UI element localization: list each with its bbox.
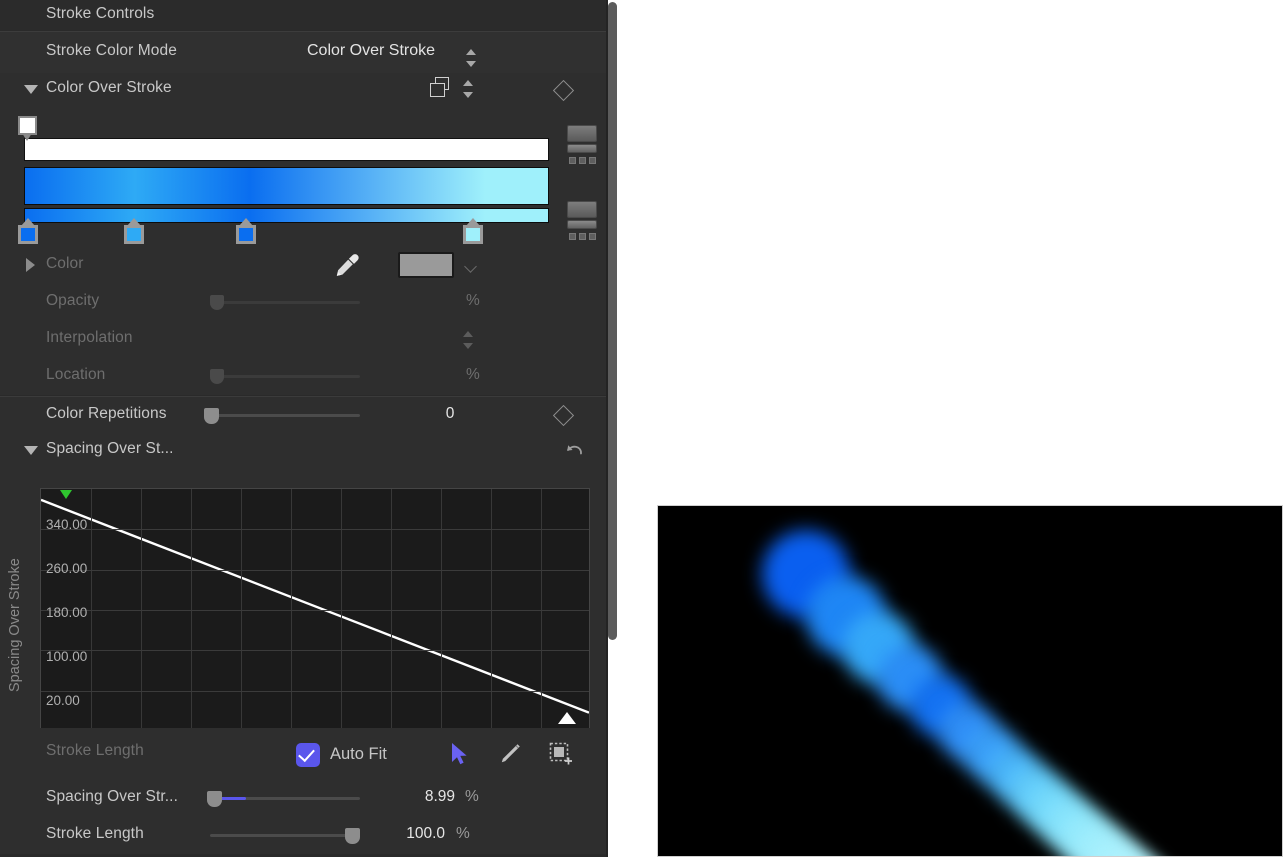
stroke-length-slider-track[interactable] [210,834,360,837]
auto-fit-checkbox[interactable] [296,743,320,767]
row-spacing-over-stroke-header[interactable]: Spacing Over St... [0,434,608,470]
gradient-editor[interactable] [0,106,608,247]
row-interpolation: Interpolation [0,321,608,358]
spacing-curve-line [41,498,589,714]
y-axis-tick-label: 260.00 [46,561,88,576]
grid-line-vertical [141,489,142,729]
chevron-down-icon[interactable] [466,262,480,270]
opacity-stop-0[interactable] [18,116,37,144]
grid-line-horizontal [41,570,589,571]
stroke-length-slider-knob[interactable] [345,828,360,844]
opacity-unit: % [466,292,480,309]
color-stop-0[interactable] [18,218,38,247]
spacing-over-stroke-label: Spacing Over St... [46,440,174,457]
opacity-gradient-track[interactable] [24,138,549,161]
grid-line-vertical [341,489,342,729]
location-unit: % [466,366,480,383]
spacing-slider-label: Spacing Over Str... [46,788,178,805]
color-swatch[interactable] [398,252,454,278]
panel-header: Stroke Controls [0,0,608,30]
grid-line-vertical [541,489,542,729]
row-stroke-color-mode[interactable]: Stroke Color Mode Color Over Stroke [0,31,608,74]
color-stop-3[interactable] [463,218,483,247]
color-repetitions-slider-knob[interactable] [204,408,219,424]
row-color: Color [0,247,608,284]
y-axis-tick-label: 100.00 [46,649,88,664]
arrow-select-tool-icon[interactable] [446,741,472,767]
stroke-length-slider-value[interactable]: 100.0 [365,825,445,843]
grid-line-vertical [491,489,492,729]
stroke-color-mode-value[interactable]: Color Over Stroke [307,42,435,60]
spacing-slider-value[interactable]: 8.99 [375,788,455,806]
panel-title: Stroke Controls [46,5,155,22]
y-axis-tick-label: 20.00 [46,693,80,708]
grid-line-horizontal [41,610,589,611]
opacity-tag-legs-icon[interactable] [567,144,597,166]
grid-line-horizontal [41,691,589,692]
reset-arrow-icon[interactable] [563,442,585,464]
spacing-slider-knob[interactable] [207,791,222,807]
color-over-stroke-label: Color Over Stroke [46,79,172,96]
opacity-tag-bar-icon[interactable] [567,125,597,142]
grid-line-vertical [441,489,442,729]
stroke-length-slider-unit: % [456,825,470,842]
color-stop-2[interactable] [236,218,256,247]
grid-line-vertical [91,489,92,729]
location-slider [210,369,360,384]
stroke-preview-canvas[interactable] [657,505,1283,857]
marquee-add-tool-icon[interactable] [548,741,574,767]
opacity-label: Opacity [46,292,100,309]
grid-line-vertical [241,489,242,729]
stroke-controls-inspector: Stroke Controls Stroke Color Mode Color … [0,0,608,857]
x-axis-label: Stroke Length [46,742,144,759]
row-stroke-length-slider[interactable]: Stroke Length 100.0 % [0,817,608,854]
location-label: Location [46,366,106,383]
y-axis-tick-label: 180.00 [46,605,88,620]
auto-fit-label: Auto Fit [330,745,387,763]
color-stop-1[interactable] [124,218,144,247]
app-window: Stroke Controls Stroke Color Mode Color … [0,0,1285,857]
color-tag-bar-icon[interactable] [567,201,597,218]
grid-line-vertical [391,489,392,729]
curve-end-marker[interactable] [558,712,576,724]
stroke-color-mode-label: Stroke Color Mode [46,42,177,59]
duplicate-layers-icon[interactable] [430,77,454,99]
gradient-preset-stepper-icon[interactable] [463,80,474,98]
curve-start-marker[interactable] [60,490,72,499]
color-gradient-preview [24,167,549,205]
color-disclosure-triangle-icon[interactable] [26,258,35,272]
spacing-disclosure-triangle-icon[interactable] [24,446,38,455]
grid-line-horizontal [41,529,589,530]
spacing-graph[interactable]: 340.00 260.00 180.00 100.00 20.00 [40,488,590,730]
grid-line-vertical [191,489,192,729]
stroke-color-mode-stepper-icon[interactable] [466,49,477,67]
row-location: Location % [0,358,608,395]
opacity-slider [210,295,360,310]
color-tag-legs-icon[interactable] [567,220,597,242]
inspector-scrollbar-thumb[interactable] [608,2,617,640]
interpolation-stepper-icon [463,331,474,349]
eyedropper-icon[interactable] [331,250,361,280]
viewer-area [618,0,1285,857]
y-axis-title: Spacing Over Stroke [7,558,23,692]
spacing-slider-fill [220,797,246,800]
row-color-repetitions[interactable]: Color Repetitions 0 [0,396,608,435]
grid-line-vertical [291,489,292,729]
spacing-slider-unit: % [465,788,479,805]
interpolation-label: Interpolation [46,329,133,346]
pencil-draw-tool-icon[interactable] [497,741,523,767]
row-opacity: Opacity % [0,284,608,321]
color-label: Color [46,255,84,272]
row-color-over-stroke-header[interactable]: Color Over Stroke [0,73,608,106]
color-repetitions-slider[interactable] [210,414,360,417]
row-spacing-over-stroke-slider[interactable]: Spacing Over Str... 8.99 % [0,780,608,817]
stroke-length-slider-label: Stroke Length [46,825,144,842]
color-repetitions-value[interactable]: 0 [430,405,470,423]
disclosure-triangle-icon[interactable] [24,85,38,94]
color-repetitions-label: Color Repetitions [46,405,167,422]
grid-line-horizontal [41,650,589,651]
y-axis-tick-label: 340.00 [46,517,88,532]
